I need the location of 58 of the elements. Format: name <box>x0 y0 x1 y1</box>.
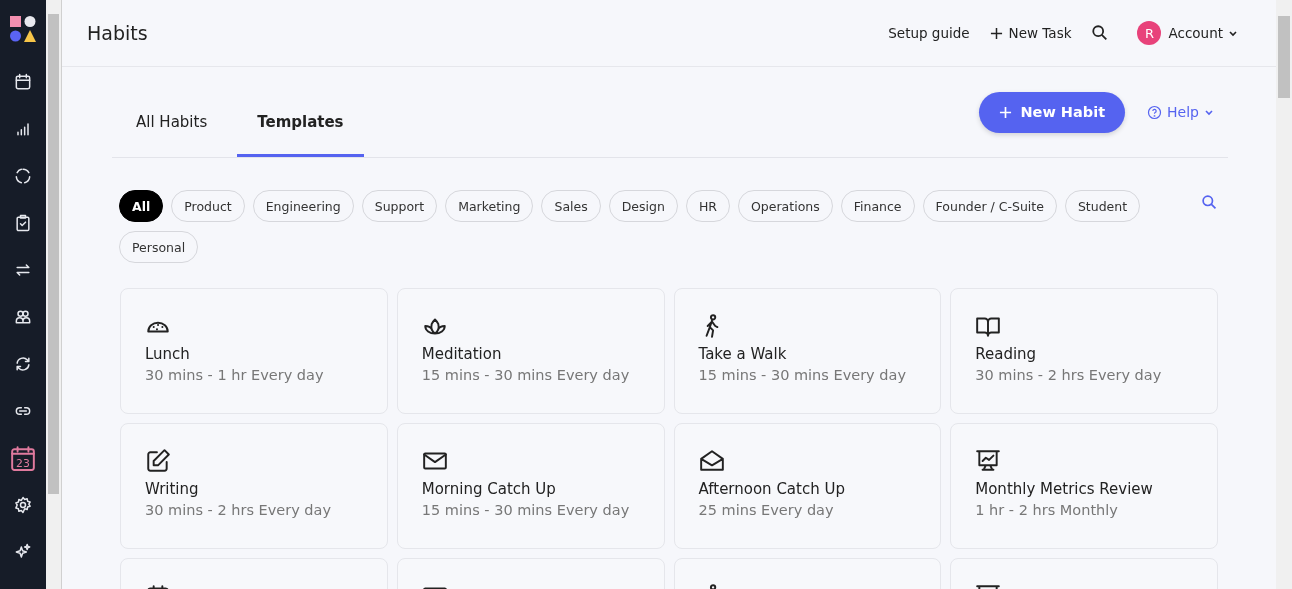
template-duration: 15 mins - 30 mins Every day <box>421 502 630 518</box>
template-card[interactable]: Monthly Metrics Review 1 hr - 2 hrs Monthly <box>950 423 1218 549</box>
help-icon <box>1147 104 1163 120</box>
plus-icon <box>989 26 1003 40</box>
template-duration: 25 mins Every day <box>698 502 834 518</box>
filter-chip[interactable]: Engineering <box>252 190 354 222</box>
template-card[interactable]: Afternoon Catch Up 25 mins Every day <box>673 423 942 549</box>
filter-chip[interactable]: Design <box>608 190 678 222</box>
template-title: Take a Walk <box>698 345 787 363</box>
scrollbar[interactable] <box>1276 0 1292 589</box>
logo-icon <box>10 16 36 42</box>
template-card[interactable]: Lunch 30 mins - 1 hr Every day <box>120 288 388 414</box>
template-duration: 30 mins - 2 hrs Every day <box>145 502 332 518</box>
avatar: R <box>1137 21 1162 45</box>
template-card[interactable]: Take a Walk 15 mins - 30 mins Every day <box>673 288 942 414</box>
scrollbar[interactable] <box>46 0 62 589</box>
page-title: Habits <box>87 22 148 44</box>
filter-chip[interactable]: Student <box>1064 190 1141 222</box>
filter-chip[interactable]: Personal <box>119 231 199 263</box>
filter-chip[interactable]: Sales <box>541 190 601 222</box>
template-card[interactable]: Morning Catch Up 15 mins - 30 mins Every day <box>396 423 665 549</box>
template-duration: 30 mins - 2 hrs Every day <box>975 367 1162 383</box>
open-envelope-icon <box>698 448 725 474</box>
new-habit-button[interactable]: New Habit <box>979 91 1126 133</box>
pencil-icon <box>145 448 171 474</box>
tab[interactable]: Templates <box>237 113 364 157</box>
filter-chip[interactable]: Finance <box>840 190 915 222</box>
filter-chip[interactable]: HR <box>685 190 730 222</box>
template-card[interactable]: Reading 30 mins - 2 hrs Every day <box>950 288 1218 414</box>
template-title: Lunch <box>145 345 190 363</box>
filter-chip[interactable]: Support <box>361 190 438 222</box>
template-duration: 15 mins - 30 mins Every day <box>421 367 630 383</box>
template-title: Meditation <box>421 345 502 363</box>
template-card[interactable]: Meditation 15 mins - 30 mins Every day <box>396 288 665 414</box>
template-duration: 1 hr - 2 hrs Monthly <box>975 502 1118 518</box>
help-button[interactable]: Help <box>1141 103 1220 121</box>
plus-icon <box>999 105 1013 119</box>
filter-chip[interactable]: Marketing <box>445 190 534 222</box>
template-title: Writing <box>145 480 199 498</box>
filter-chip[interactable]: Product <box>171 190 245 222</box>
presentation-board-icon <box>975 448 1002 474</box>
filter-chip[interactable]: Operations <box>738 190 833 222</box>
search-icon[interactable] <box>1091 24 1110 42</box>
template-title: Reading <box>975 345 1037 363</box>
account-menu[interactable]: R Account <box>1137 21 1238 45</box>
chevron-down-icon <box>1204 107 1214 117</box>
template-duration: 15 mins - 30 mins Every day <box>698 367 906 383</box>
template-duration: 30 mins - 1 hr Every day <box>145 367 324 383</box>
tab[interactable]: All Habits <box>116 113 228 157</box>
template-card[interactable]: Writing 30 mins - 2 hrs Every day <box>120 423 388 549</box>
filter-chip[interactable]: All <box>119 190 164 222</box>
template-title: Afternoon Catch Up <box>698 480 845 498</box>
filter-chip[interactable]: Founder / C-Suite <box>922 190 1057 222</box>
new-task-button[interactable]: New Task <box>989 25 1072 41</box>
chevron-down-icon <box>1228 28 1238 38</box>
template-title: Morning Catch Up <box>421 480 556 498</box>
setup-guide-link[interactable]: Setup guide <box>888 25 970 41</box>
template-title: Monthly Metrics Review <box>975 480 1153 498</box>
